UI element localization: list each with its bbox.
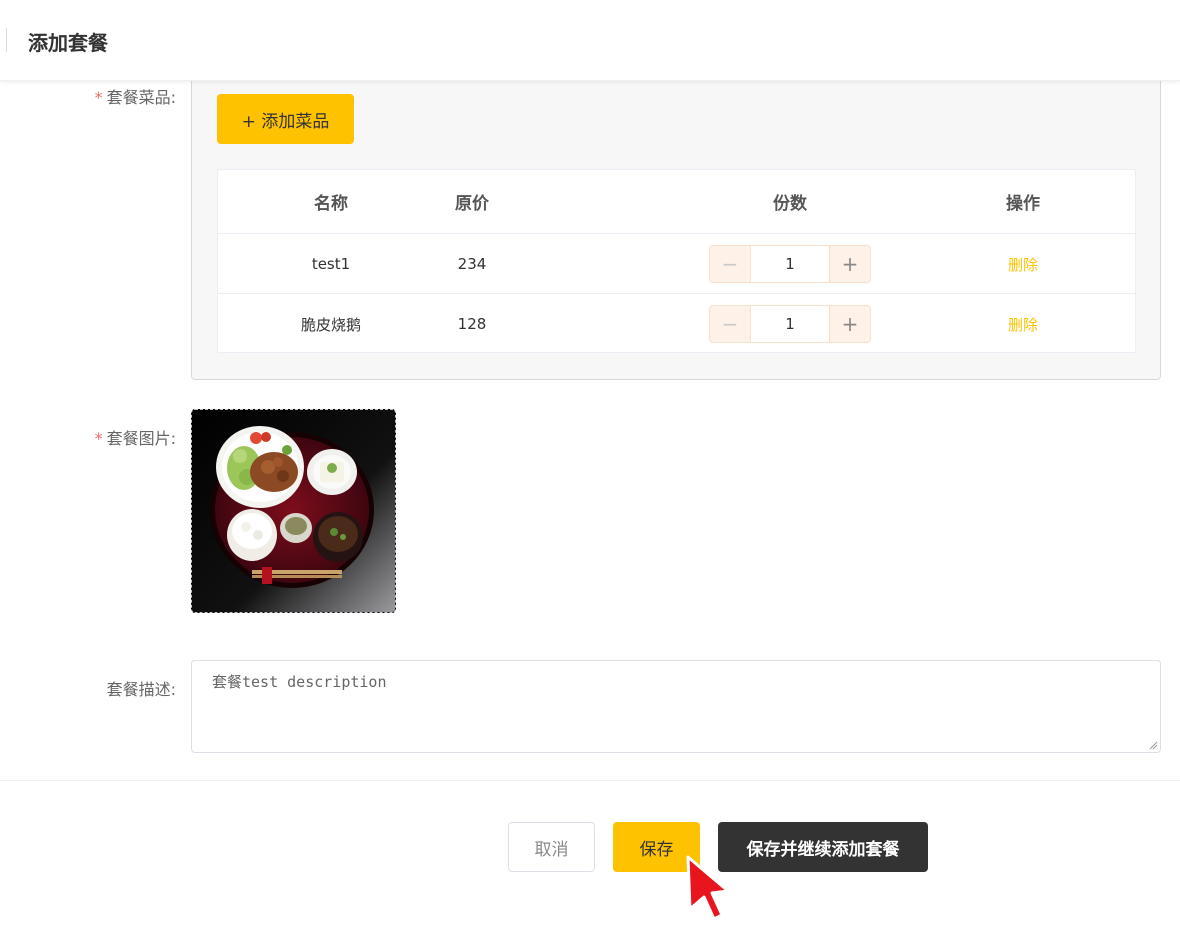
decrement-button[interactable]: − bbox=[710, 306, 750, 342]
quantity-value[interactable]: 1 bbox=[750, 246, 830, 282]
required-mark: * bbox=[94, 88, 103, 107]
col-qty-header: 份数 bbox=[773, 194, 807, 214]
op-cell: 删除 bbox=[978, 294, 1068, 354]
dishes-label: * 套餐菜品: bbox=[94, 88, 176, 107]
mouse-cursor-icon bbox=[686, 855, 730, 921]
quantity-stepper: − 1 + bbox=[709, 245, 871, 283]
save-and-continue-button[interactable]: 保存并继续添加套餐 bbox=[718, 822, 928, 872]
header-divider bbox=[6, 28, 7, 52]
quantity-value[interactable]: 1 bbox=[750, 306, 830, 342]
dish-price: 234 bbox=[457, 255, 487, 273]
increment-button[interactable]: + bbox=[830, 246, 870, 282]
table-row: 脆皮烧鹅 128 − 1 + 删除 bbox=[218, 293, 1135, 354]
dish-panel: + 添加菜品 名称 原价 份数 操作 test1 234 − 1 + 删除 脆皮… bbox=[191, 78, 1161, 380]
col-price-header: 原价 bbox=[455, 194, 489, 214]
set-meal-photo bbox=[192, 410, 395, 612]
dish-price: 128 bbox=[457, 315, 487, 333]
image-upload[interactable] bbox=[191, 409, 396, 613]
delete-link[interactable]: 删除 bbox=[1008, 314, 1038, 335]
page-header: 添加套餐 bbox=[0, 0, 1180, 81]
col-op-header: 操作 bbox=[1006, 194, 1040, 214]
cancel-button[interactable]: 取消 bbox=[508, 822, 595, 872]
op-cell: 删除 bbox=[978, 234, 1068, 294]
qty-cell: − 1 + bbox=[708, 294, 872, 354]
description-textarea[interactable]: 套餐test description bbox=[191, 660, 1161, 753]
delete-link[interactable]: 删除 bbox=[1008, 254, 1038, 275]
quantity-stepper: − 1 + bbox=[709, 305, 871, 343]
resize-grip-icon[interactable] bbox=[1148, 740, 1158, 750]
page-title: 添加套餐 bbox=[28, 31, 108, 55]
qty-cell: − 1 + bbox=[708, 234, 872, 294]
table-row: test1 234 − 1 + 删除 bbox=[218, 233, 1135, 294]
col-name-header: 名称 bbox=[314, 194, 348, 214]
footer-divider bbox=[0, 780, 1180, 781]
increment-button[interactable]: + bbox=[830, 306, 870, 342]
required-mark: * bbox=[94, 429, 103, 448]
dish-name: 脆皮烧鹅 bbox=[300, 315, 361, 334]
image-label: * 套餐图片: bbox=[94, 429, 176, 448]
table-header: 名称 原价 份数 操作 bbox=[218, 170, 1135, 233]
decrement-button[interactable]: − bbox=[710, 246, 750, 282]
dish-name: test1 bbox=[311, 255, 351, 273]
dish-table: 名称 原价 份数 操作 test1 234 − 1 + 删除 脆皮烧鹅 128 bbox=[217, 169, 1136, 353]
description-label: 套餐描述: bbox=[106, 680, 176, 699]
add-dish-button[interactable]: + 添加菜品 bbox=[217, 94, 354, 144]
